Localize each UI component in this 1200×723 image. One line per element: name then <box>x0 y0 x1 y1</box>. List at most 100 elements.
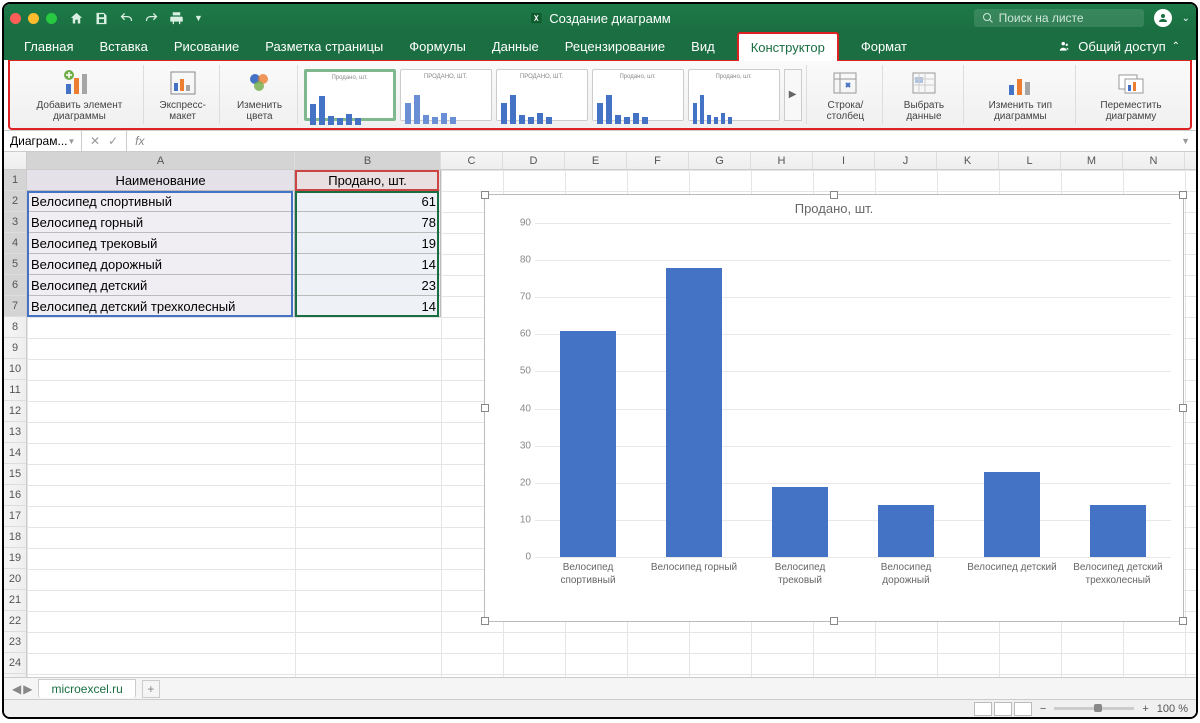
row-header[interactable]: 7 <box>4 296 26 317</box>
cell-a1[interactable]: Наименование <box>27 170 295 191</box>
cell[interactable]: 61 <box>295 191 441 212</box>
home-icon[interactable] <box>69 11 84 26</box>
chart-style-5[interactable]: Продано, шт. <box>688 69 780 121</box>
zoom-in-button[interactable]: + <box>1142 703 1148 715</box>
tab-view[interactable]: Вид <box>687 35 719 58</box>
chart-plot-area[interactable]: 0102030405060708090 <box>513 223 1171 557</box>
col-header-c[interactable]: C <box>441 152 503 169</box>
close-window-button[interactable] <box>10 13 21 24</box>
cell[interactable]: Велосипед детский трехколесный <box>27 296 295 317</box>
change-chart-type-button[interactable]: Изменить тип диаграммы <box>966 65 1076 124</box>
col-header[interactable]: E <box>565 152 627 169</box>
titlebar-chevron-icon[interactable]: ⌄ <box>1182 13 1190 24</box>
row-header[interactable]: 19 <box>4 548 26 569</box>
page-break-view-button[interactable] <box>1014 702 1032 716</box>
chart-bar[interactable] <box>560 331 616 557</box>
quick-layout-button[interactable]: Экспресс-макет <box>146 65 221 124</box>
col-header[interactable]: H <box>751 152 813 169</box>
row-header[interactable]: 10 <box>4 359 26 380</box>
redo-icon[interactable] <box>144 11 159 26</box>
chart-x-axis[interactable]: Велосипед спортивныйВелосипед горныйВело… <box>535 561 1171 615</box>
tab-layout[interactable]: Разметка страницы <box>261 35 387 58</box>
user-avatar-icon[interactable] <box>1154 9 1172 27</box>
cell[interactable]: Велосипед дорожный <box>27 254 295 275</box>
chevron-up-icon[interactable]: ⌃ <box>1172 41 1180 52</box>
tab-format[interactable]: Формат <box>857 35 911 58</box>
tab-review[interactable]: Рецензирование <box>561 35 669 58</box>
col-header[interactable]: J <box>875 152 937 169</box>
col-header[interactable]: K <box>937 152 999 169</box>
accept-formula-icon[interactable]: ✓ <box>108 134 118 148</box>
cell[interactable]: 14 <box>295 254 441 275</box>
print-icon[interactable] <box>169 11 184 26</box>
chart-bar[interactable] <box>878 505 934 557</box>
row-header[interactable]: 13 <box>4 422 26 443</box>
cell[interactable]: 14 <box>295 296 441 317</box>
undo-icon[interactable] <box>119 11 134 26</box>
row-header[interactable]: 17 <box>4 506 26 527</box>
row-header[interactable]: 5 <box>4 254 26 275</box>
col-header[interactable]: G <box>689 152 751 169</box>
tab-chart-design[interactable]: Конструктор <box>737 32 839 61</box>
row-header[interactable]: 2 <box>4 191 26 212</box>
chart-y-axis[interactable]: 0102030405060708090 <box>513 223 535 557</box>
chart-style-4[interactable]: Продано, шт. <box>592 69 684 121</box>
row-header[interactable]: 12 <box>4 401 26 422</box>
col-header-a[interactable]: A <box>27 152 295 169</box>
cell[interactable]: 19 <box>295 233 441 254</box>
row-header[interactable]: 3 <box>4 212 26 233</box>
row-header[interactable]: 1 <box>4 170 26 191</box>
col-header[interactable]: M <box>1061 152 1123 169</box>
add-sheet-button[interactable]: + <box>142 680 160 698</box>
cell[interactable]: Велосипед трековый <box>27 233 295 254</box>
sheet-nav-prev-icon[interactable]: ◀ <box>12 682 21 696</box>
save-icon[interactable] <box>94 11 109 26</box>
page-layout-view-button[interactable] <box>994 702 1012 716</box>
cell[interactable]: Велосипед горный <box>27 212 295 233</box>
normal-view-button[interactable] <box>974 702 992 716</box>
chart-bar[interactable] <box>772 487 828 558</box>
cell[interactable]: 23 <box>295 275 441 296</box>
row-header[interactable]: 22 <box>4 611 26 632</box>
row-header[interactable]: 20 <box>4 569 26 590</box>
chart-style-1[interactable]: Продано, шт. <box>304 69 396 121</box>
col-header[interactable]: I <box>813 152 875 169</box>
row-header[interactable]: 11 <box>4 380 26 401</box>
select-data-button[interactable]: Выбрать данные <box>885 65 963 124</box>
share-button[interactable]: Общий доступ ⌃ <box>1058 39 1180 54</box>
search-input[interactable]: Поиск на листе <box>974 9 1144 27</box>
tab-home[interactable]: Главная <box>20 35 77 58</box>
tab-formulas[interactable]: Формулы <box>405 35 470 58</box>
qat-dropdown-icon[interactable]: ▼ <box>194 13 203 23</box>
row-header[interactable]: 4 <box>4 233 26 254</box>
row-header[interactable]: 16 <box>4 485 26 506</box>
cancel-formula-icon[interactable]: ✕ <box>90 134 100 148</box>
chart-bars[interactable] <box>535 223 1171 557</box>
row-header[interactable]: 6 <box>4 275 26 296</box>
switch-row-column-button[interactable]: Строка/столбец <box>809 65 884 124</box>
embedded-chart[interactable]: Продано, шт. 0102030405060708090 Велосип… <box>484 194 1184 622</box>
col-header[interactable]: L <box>999 152 1061 169</box>
cell[interactable]: 78 <box>295 212 441 233</box>
sheet-tab[interactable]: microexcel.ru <box>38 679 135 698</box>
zoom-slider[interactable] <box>1054 707 1134 710</box>
chart-bar[interactable] <box>1090 505 1146 557</box>
change-colors-button[interactable]: Изменить цвета <box>222 65 297 124</box>
chart-bar[interactable] <box>666 268 722 557</box>
row-header[interactable]: 18 <box>4 527 26 548</box>
row-header[interactable]: 21 <box>4 590 26 611</box>
row-header[interactable]: 24 <box>4 653 26 674</box>
zoom-level[interactable]: 100 % <box>1157 703 1188 715</box>
worksheet-grid[interactable]: A B C D E F G H I J K L M N 1 2 3 4 5 6 … <box>4 152 1196 692</box>
row-header[interactable]: 8 <box>4 317 26 338</box>
row-header[interactable]: 14 <box>4 443 26 464</box>
chart-style-2[interactable]: ПРОДАНО, ШТ. <box>400 69 492 121</box>
col-header[interactable]: N <box>1123 152 1185 169</box>
tab-insert[interactable]: Вставка <box>95 35 151 58</box>
cell[interactable]: Велосипед детский <box>27 275 295 296</box>
col-header[interactable]: D <box>503 152 565 169</box>
tab-draw[interactable]: Рисование <box>170 35 243 58</box>
row-header[interactable]: 15 <box>4 464 26 485</box>
name-box[interactable]: Диаграм... ▼ <box>4 131 82 151</box>
sheet-nav-next-icon[interactable]: ▶ <box>23 682 32 696</box>
